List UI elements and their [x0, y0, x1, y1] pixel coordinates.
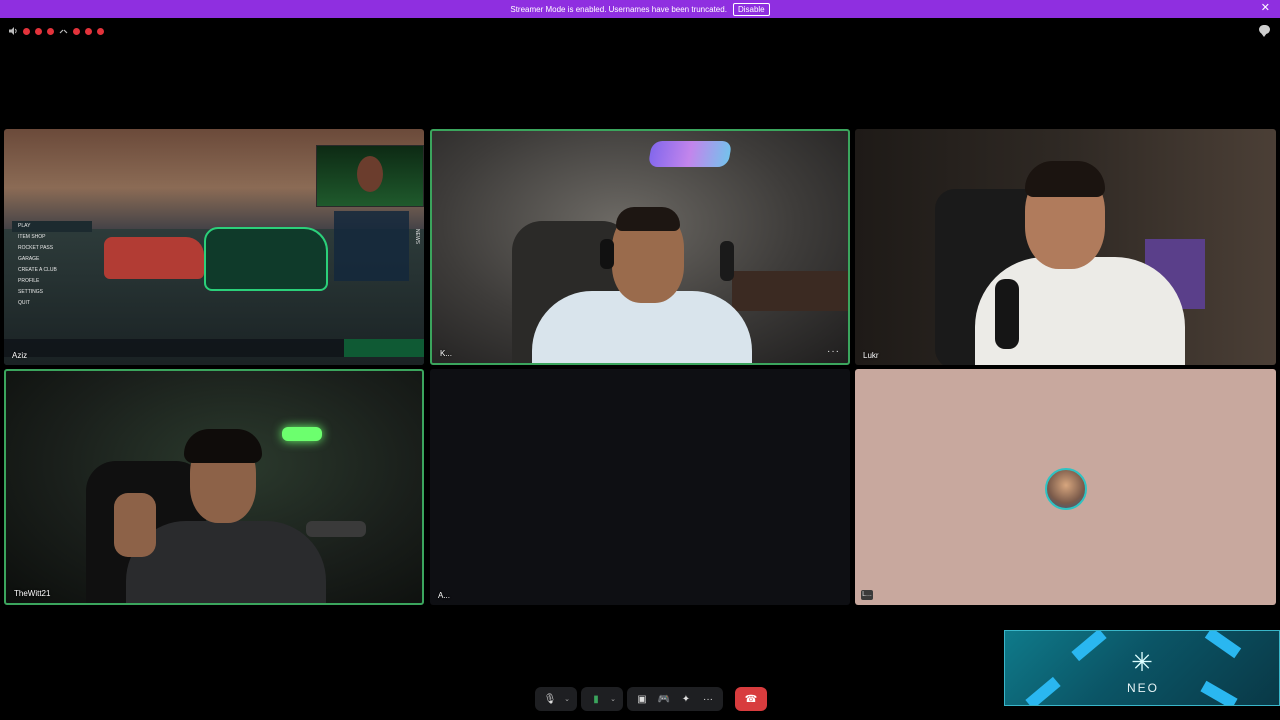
link-icon: [59, 29, 68, 33]
news-label: NEWS: [414, 229, 420, 244]
top-status-icons: [8, 24, 104, 38]
streamer-mode-banner: Streamer Mode is enabled. Usernames have…: [0, 0, 1280, 18]
participant-name: Lukr: [863, 351, 879, 360]
person-body: [126, 521, 326, 603]
participant-name: A...: [438, 591, 451, 600]
game-menu-item: GARAGE: [18, 256, 40, 262]
game-menu-item: CREATE A CLUB: [18, 267, 57, 273]
microphone-icon[interactable]: 🎙: [541, 690, 559, 708]
hang-up-icon: ☎: [744, 693, 758, 705]
live-indicator-icon: [97, 27, 104, 35]
camera-icon[interactable]: ▮: [587, 690, 605, 708]
person-hair: [184, 429, 262, 463]
live-indicator-icon: [85, 27, 92, 35]
mic-control-group: 🎙 ⌄: [535, 687, 577, 711]
streamer-webcam-overlay: [316, 145, 424, 207]
person-hair: [1025, 161, 1105, 197]
chat-bubble-icon[interactable]: [1259, 25, 1270, 37]
game-menu-item: QUIT: [18, 300, 30, 306]
camera-control-group: ▮ ⌄: [581, 687, 623, 711]
mic-options-chevron-icon[interactable]: ⌄: [563, 695, 571, 703]
disconnect-button[interactable]: ☎: [735, 687, 767, 711]
neon-lamp: [647, 141, 733, 167]
green-car: [204, 227, 328, 291]
speaker-icon[interactable]: [8, 26, 18, 36]
video-tile-aziz[interactable]: PLAY ITEM SHOP ROCKET PASS GARAGE CREATE…: [4, 129, 424, 365]
live-indicator-icon: [23, 27, 30, 35]
soundboard-icon[interactable]: ✦: [677, 690, 695, 708]
video-tile-thewitt21[interactable]: TheWitt21: [4, 369, 424, 605]
decor-shape: [1204, 631, 1242, 659]
neon-sign: [282, 427, 322, 441]
neo-logo-icon: ✳: [1131, 647, 1153, 677]
microphone: [995, 279, 1019, 349]
person-hair: [616, 207, 680, 231]
video-tile-lukr[interactable]: Lukr: [855, 129, 1276, 365]
more-options-icon[interactable]: ···: [827, 346, 840, 357]
game-menu-item: SETTINGS: [18, 289, 44, 295]
neo-brand-overlay: ✳ NEO: [1004, 630, 1280, 706]
live-indicator-icon: [47, 27, 54, 35]
disable-streamer-mode-button[interactable]: Disable: [732, 2, 770, 16]
game-menu-item: ITEM SHOP: [18, 234, 46, 240]
webcam-face: [357, 156, 383, 192]
shelf: [732, 271, 848, 311]
microphone: [720, 241, 734, 281]
video-tile-l[interactable]: L...: [855, 369, 1276, 605]
team-falcons-badge: [344, 339, 424, 357]
decor-shape: [1071, 631, 1107, 662]
close-banner-icon[interactable]: ✕: [1261, 3, 1270, 14]
game-main-menu: PLAY ITEM SHOP ROCKET PASS GARAGE CREATE…: [12, 221, 92, 309]
participant-name: L...: [861, 590, 873, 600]
extra-controls-group: ▣ 🎮 ✦ ···: [627, 687, 723, 711]
red-car: [104, 237, 204, 279]
headset: [600, 239, 614, 269]
live-indicator-icon: [35, 27, 42, 35]
participant-name: K...: [440, 349, 453, 358]
live-indicator-icon: [73, 27, 80, 35]
camera-options-chevron-icon[interactable]: ⌄: [609, 695, 617, 703]
streamer-mode-message: Streamer Mode is enabled. Usernames have…: [510, 4, 727, 14]
participant-name: Aziz: [12, 351, 28, 360]
activities-icon[interactable]: 🎮: [655, 690, 673, 708]
screen-share-icon[interactable]: ▣: [633, 690, 651, 708]
avatar: [1045, 468, 1087, 510]
game-menu-item: ROCKET PASS: [18, 245, 54, 251]
news-panel: [334, 211, 409, 281]
neo-brand-label: NEO: [1126, 681, 1159, 695]
more-options-icon[interactable]: ···: [699, 690, 717, 708]
microphone: [306, 521, 366, 537]
game-menu-item: PROFILE: [18, 278, 40, 284]
participant-name: TheWitt21: [14, 589, 51, 598]
call-controls-toolbar: 🎙 ⌄ ▮ ⌄ ▣ 🎮 ✦ ··· ☎: [535, 687, 767, 711]
video-tile-k[interactable]: K... ···: [430, 129, 850, 365]
game-menu-item: PLAY: [12, 221, 92, 232]
waving-hand: [114, 493, 156, 557]
video-tile-a[interactable]: A...: [430, 369, 850, 605]
